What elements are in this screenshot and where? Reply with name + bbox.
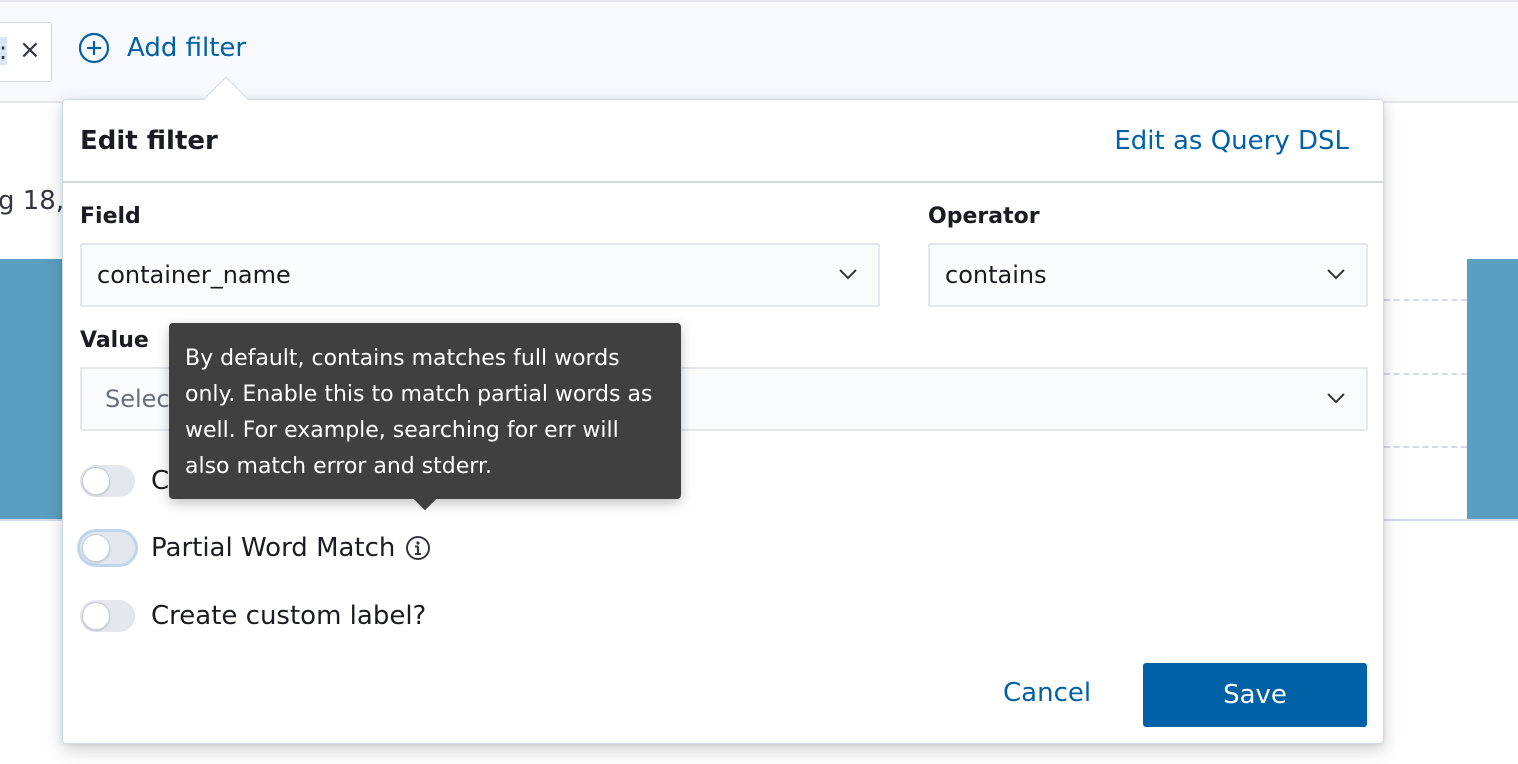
switch-knob	[82, 467, 110, 495]
date-range-text: g 18,	[0, 186, 65, 216]
tooltip-text: By default, contains matches full words …	[185, 346, 653, 479]
operator-label: Operator	[928, 204, 1040, 229]
partial-word-match-row: Partial Word Match	[80, 532, 431, 564]
chevron-down-icon	[839, 269, 857, 280]
switch-knob	[82, 602, 110, 630]
switch-knob	[82, 534, 110, 562]
filter-pill-text: :	[0, 37, 8, 65]
case-sensitive-row: C	[80, 465, 169, 497]
operator-select-value: contains	[945, 261, 1047, 289]
custom-label-label: Create custom label?	[151, 601, 427, 631]
case-sensitive-label: C	[151, 466, 170, 496]
operator-select[interactable]: contains	[928, 243, 1368, 307]
case-sensitive-switch[interactable]	[80, 465, 135, 497]
add-filter-button[interactable]: Add filter	[78, 32, 246, 64]
value-label: Value	[80, 328, 149, 353]
cancel-button[interactable]: Cancel	[1003, 678, 1091, 708]
partial-match-tooltip: By default, contains matches full words …	[169, 323, 681, 511]
chart-gridline	[1384, 299, 1467, 301]
value-select-placeholder: Select	[105, 385, 180, 413]
chart-bar	[1467, 259, 1518, 521]
popover-title: Edit filter	[80, 126, 218, 156]
add-filter-label: Add filter	[127, 33, 247, 63]
partial-word-match-label: Partial Word Match	[151, 533, 396, 563]
partial-word-match-switch[interactable]	[80, 532, 135, 564]
chart-gridline	[1384, 446, 1467, 448]
field-label: Field	[80, 204, 141, 229]
filter-pill[interactable]: : ×	[0, 22, 52, 82]
chevron-down-icon	[1327, 269, 1345, 280]
chart-bar	[0, 259, 64, 521]
edit-as-query-dsl-link[interactable]: Edit as Query DSL	[1114, 126, 1349, 156]
chevron-down-icon	[1327, 393, 1345, 404]
field-select-value: container_name	[97, 261, 291, 289]
header-divider	[63, 181, 1383, 183]
custom-label-row: Create custom label?	[80, 600, 426, 632]
field-select[interactable]: container_name	[80, 243, 880, 307]
chart-gridline	[1384, 373, 1467, 375]
close-icon[interactable]: ×	[19, 35, 41, 65]
save-button[interactable]: Save	[1143, 663, 1367, 727]
custom-label-switch[interactable]	[80, 600, 135, 632]
info-icon[interactable]	[405, 535, 431, 561]
plus-circle-icon	[78, 32, 110, 64]
